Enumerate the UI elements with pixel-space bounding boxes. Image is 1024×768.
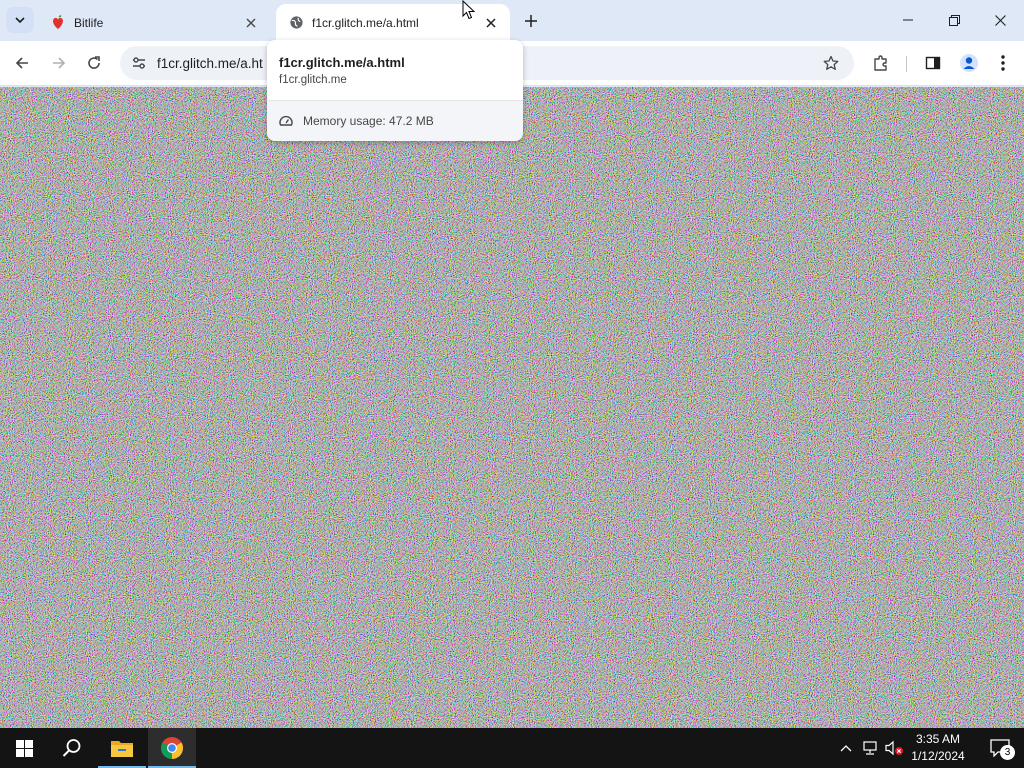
arrow-left-icon — [15, 57, 28, 69]
tab-hover-card: f1cr.glitch.me/a.html f1cr.glitch.me Mem… — [267, 40, 523, 141]
tab-title: f1cr.glitch.me/a.html — [312, 15, 419, 30]
chevron-up-icon — [840, 745, 852, 752]
file-explorer-icon — [111, 741, 133, 757]
avatar-icon — [960, 54, 978, 72]
menu-button[interactable] — [988, 48, 1018, 78]
gauge-icon — [279, 115, 293, 126]
tab-search-button[interactable] — [6, 7, 34, 33]
bitlife-icon — [50, 14, 66, 31]
tab-strip: Bitlife f1cr.glitch.me/a.html — [0, 0, 1024, 41]
reload-icon — [88, 56, 100, 69]
memory-usage-text: Memory usage: 47.2 MB — [303, 114, 434, 128]
chrome-icon — [161, 737, 183, 759]
more-vertical-icon — [1001, 55, 1005, 71]
tab-title: Bitlife — [74, 15, 104, 30]
tray-volume[interactable] — [884, 728, 906, 768]
arrow-right-icon — [53, 57, 66, 69]
mouse-cursor-icon — [462, 0, 476, 20]
close-icon[interactable] — [482, 14, 500, 32]
star-icon — [823, 55, 839, 70]
taskbar-file-explorer[interactable] — [98, 728, 146, 768]
back-button[interactable] — [7, 48, 37, 78]
globe-icon — [288, 15, 304, 31]
side-panel-icon — [925, 56, 941, 70]
close-icon[interactable] — [242, 14, 260, 32]
tune-icon — [133, 57, 145, 69]
site-info-button[interactable] — [124, 48, 154, 78]
extensions-button[interactable] — [866, 48, 896, 78]
taskbar-clock[interactable]: 3:35 AM 1/12/2024 — [904, 731, 972, 765]
chevron-down-icon — [15, 17, 25, 24]
side-panel-button[interactable] — [918, 48, 948, 78]
windows-start-icon — [15, 739, 33, 757]
toolbar-separator — [906, 56, 907, 72]
noise-canvas — [0, 87, 1024, 728]
minimize-icon — [903, 19, 913, 21]
tab-bitlife[interactable]: Bitlife — [38, 4, 270, 41]
restore-button[interactable] — [931, 0, 977, 40]
start-button[interactable] — [0, 728, 48, 768]
profile-button[interactable] — [954, 48, 984, 78]
bookmark-button[interactable] — [818, 50, 844, 76]
hover-card-domain: f1cr.glitch.me — [279, 74, 347, 86]
tray-overflow-button[interactable] — [836, 728, 856, 768]
close-window-button[interactable] — [977, 0, 1023, 40]
reload-button[interactable] — [79, 48, 109, 78]
clock-time: 3:35 AM — [915, 732, 961, 746]
puzzle-icon — [874, 55, 887, 71]
forward-button[interactable] — [44, 48, 74, 78]
hover-card-memory: Memory usage: 47.2 MB — [267, 101, 523, 141]
url-text[interactable]: f1cr.glitch.me/a.ht — [157, 56, 263, 71]
hover-card-title: f1cr.glitch.me/a.html — [279, 55, 405, 70]
taskbar: 3:35 AM 1/12/2024 3 — [0, 728, 1024, 768]
minimize-button[interactable] — [885, 0, 931, 40]
notification-count-badge: 3 — [1000, 745, 1015, 760]
page-content-noise[interactable] — [0, 87, 1024, 728]
volume-muted-icon — [885, 740, 903, 756]
action-center-button[interactable]: 3 — [980, 728, 1020, 768]
search-icon — [62, 739, 81, 757]
close-icon — [994, 14, 1006, 26]
tray-network[interactable] — [860, 728, 882, 768]
restore-icon — [948, 14, 960, 26]
taskbar-chrome[interactable] — [148, 728, 196, 768]
new-tab-button[interactable] — [518, 8, 544, 34]
plus-icon — [525, 15, 537, 27]
clock-date: 1/12/2024 — [911, 749, 965, 763]
network-icon — [863, 741, 877, 755]
taskbar-search-button[interactable] — [48, 728, 96, 768]
